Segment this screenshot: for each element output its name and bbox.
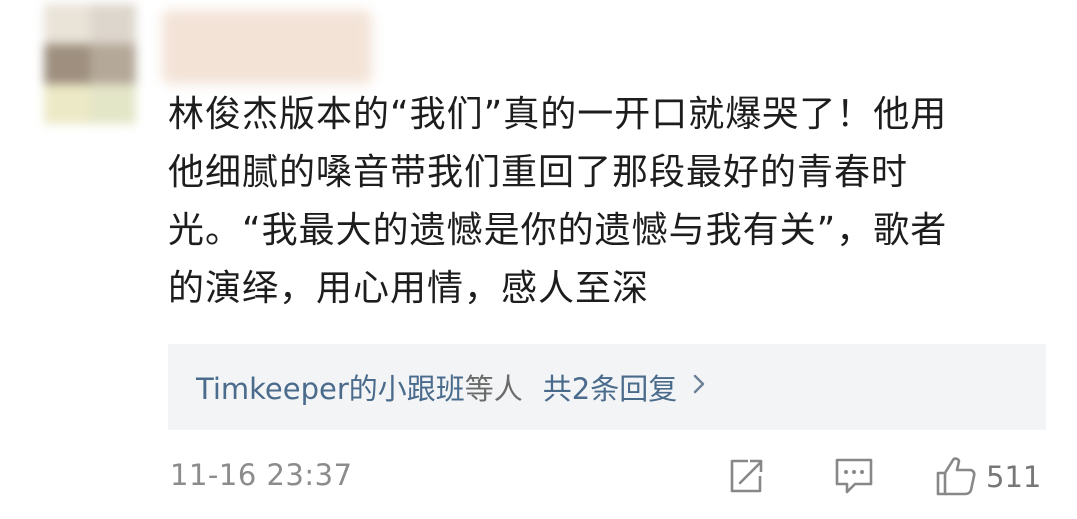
avatar[interactable] [44, 4, 136, 124]
comment-line: 他细腻的嗓音带我们重回了那段最好的青春时 [168, 152, 909, 193]
username[interactable] [162, 10, 372, 84]
comment-timestamp: 11-16 23:37 [170, 458, 353, 492]
comment-icon [833, 456, 875, 500]
share-button[interactable] [724, 456, 768, 500]
comment-line: 林俊杰版本的“我们”真的一开口就爆哭了！他用 [168, 94, 948, 135]
reply-user-link[interactable]: Timkeeper的小跟班 [196, 366, 465, 408]
comment-line: 光。“我最大的遗憾是你的遗憾与我有关”，歌者 [168, 210, 948, 251]
reply-count-link[interactable]: 共2条回复 [543, 366, 677, 408]
like-icon [934, 454, 978, 502]
comment-line: 的演绎，用心用情，感人至深 [168, 268, 650, 309]
chevron-right-icon[interactable] [691, 372, 707, 403]
reply-suffix: 等人 [464, 372, 523, 406]
comment-button[interactable] [832, 456, 876, 500]
replies-preview[interactable]: Timkeeper的小跟班 等人 共2条回复 [168, 344, 1046, 430]
like-button[interactable] [934, 456, 978, 500]
share-icon [726, 456, 766, 500]
comment-text: 林俊杰版本的“我们”真的一开口就爆哭了！他用 他细腻的嗓音带我们重回了那段最好的… [168, 86, 1048, 318]
like-count: 511 [986, 460, 1042, 494]
